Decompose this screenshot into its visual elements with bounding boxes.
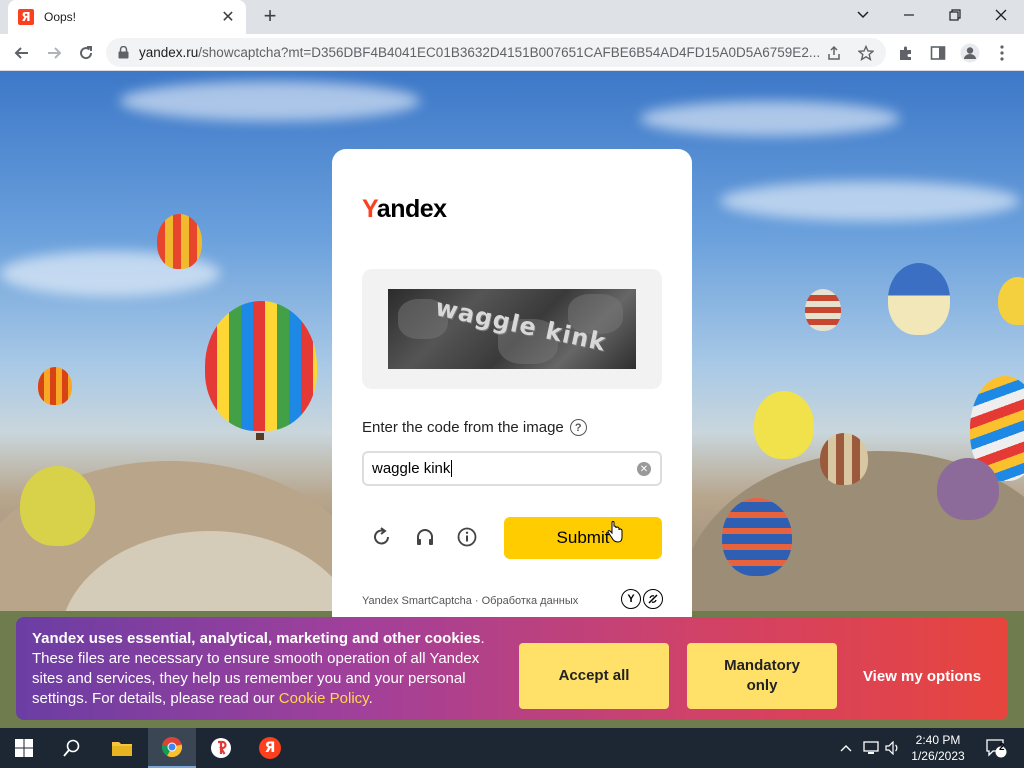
- logo-letter-y: Y: [362, 195, 377, 223]
- refresh-captcha-button[interactable]: [370, 525, 394, 549]
- yandex-browser-icon: [211, 738, 231, 758]
- forward-arrow-icon: [48, 47, 62, 59]
- smartcaptcha-footer[interactable]: Yandex SmartCaptcha · Обработка данных: [362, 595, 578, 607]
- captcha-image-frame: waggle kink: [362, 269, 662, 389]
- cookie-title-end: .: [480, 630, 485, 647]
- notification-count: 2: [999, 742, 1005, 753]
- yandex-circle-logo: Y: [621, 589, 641, 609]
- info-icon: [457, 527, 477, 547]
- folder-icon: [112, 742, 132, 756]
- windows-taskbar: Я 2:40 PM 1/26/2023 2: [0, 728, 1024, 768]
- url-path: /showcaptcha?mt=D356DBF4B4041EC01B3632D4…: [198, 45, 819, 60]
- cookie-title: Yandex uses essential, analytical, marke…: [32, 630, 481, 647]
- new-tab-button[interactable]: +: [258, 3, 282, 28]
- extensions-puzzle-icon[interactable]: [892, 39, 920, 67]
- side-panel-icon[interactable]: [924, 39, 952, 67]
- url-text: yandex.ru/showcaptcha?mt=D356DBF4B4041EC…: [139, 45, 819, 60]
- footer-logos: Y: [621, 589, 663, 609]
- captcha-answer-input[interactable]: waggle kink ✕: [362, 451, 662, 486]
- chrome-icon: [161, 737, 183, 758]
- clock-time: 2:40 PM: [915, 733, 961, 747]
- audio-captcha-button[interactable]: [413, 525, 437, 549]
- cookie-text: Yandex uses essential, analytical, marke…: [32, 629, 494, 709]
- mandatory-only-button[interactable]: Mandatory only: [687, 643, 837, 709]
- prompt-label: Enter the code from the image: [362, 419, 564, 436]
- headphones-icon: [417, 529, 433, 545]
- clear-input-icon[interactable]: ✕: [637, 462, 651, 476]
- cloud-decoration: [720, 181, 1020, 221]
- share-icon[interactable]: [820, 39, 848, 67]
- forward-button[interactable]: [40, 39, 68, 67]
- taskbar-search-button[interactable]: [48, 728, 96, 768]
- hot-air-balloon: [937, 458, 999, 520]
- start-button[interactable]: [0, 728, 48, 768]
- hot-air-balloon: [205, 301, 317, 431]
- lock-icon: [118, 46, 129, 59]
- help-icon[interactable]: ?: [569, 419, 587, 436]
- browser-menu-icon[interactable]: [988, 39, 1016, 67]
- tray-chevron-up-icon[interactable]: [836, 728, 856, 768]
- yandex-logo: Yandex: [362, 195, 447, 224]
- yandex-app-icon: Я: [259, 737, 281, 759]
- search-icon: [63, 739, 80, 757]
- hot-air-balloon: [38, 367, 72, 405]
- logo-rest: andex: [376, 195, 447, 223]
- cloud-decoration: [640, 101, 900, 136]
- captcha-prompt: Enter the code from the image ?: [362, 419, 587, 436]
- cookie-body: These files are necessary to ensure smoo…: [32, 650, 480, 707]
- cookie-consent-banner: Yandex uses essential, analytical, marke…: [16, 617, 1008, 720]
- hot-air-balloon: [888, 263, 950, 335]
- system-clock[interactable]: 2:40 PM 1/26/2023: [906, 732, 970, 764]
- back-button[interactable]: [8, 39, 36, 67]
- restore-button[interactable]: [932, 0, 978, 30]
- windows-logo-icon: [15, 739, 33, 757]
- reload-button[interactable]: [72, 39, 100, 67]
- smartcaptcha-circle-icon: [643, 589, 663, 609]
- yandex-browser-button[interactable]: [197, 728, 245, 768]
- hot-air-balloon: [805, 289, 841, 331]
- hot-air-balloon: [157, 214, 202, 269]
- input-value: waggle kink: [372, 460, 451, 477]
- hand-cursor-icon: [606, 521, 624, 548]
- back-arrow-icon: [14, 47, 28, 59]
- browser-toolbar: yandex.ru/showcaptcha?mt=D356DBF4B4041EC…: [0, 34, 1024, 71]
- captcha-image: waggle kink: [388, 289, 636, 369]
- profile-avatar-icon[interactable]: [956, 39, 984, 67]
- browser-tab[interactable]: Я Oops! ✕: [8, 0, 246, 34]
- close-window-button[interactable]: [978, 0, 1024, 30]
- balloon-basket: [256, 433, 264, 440]
- hot-air-balloon: [820, 433, 868, 485]
- cookie-policy-link[interactable]: Cookie Policy: [279, 690, 369, 707]
- submit-button[interactable]: Submit: [504, 517, 662, 559]
- cookie-end: .: [368, 690, 373, 707]
- hot-air-balloon: [754, 391, 814, 459]
- reload-icon: [80, 46, 93, 60]
- cloud-decoration: [120, 81, 420, 121]
- address-bar[interactable]: yandex.ru/showcaptcha?mt=D356DBF4B4041EC…: [106, 38, 886, 67]
- yandex-favicon-icon: Я: [18, 9, 34, 25]
- minimize-button[interactable]: [886, 0, 932, 30]
- hot-air-balloon: [998, 277, 1024, 325]
- network-icon[interactable]: [860, 728, 882, 768]
- tab-title: Oops!: [44, 10, 77, 24]
- browser-tab-strip: Я Oops! ✕ +: [0, 0, 1024, 34]
- captcha-card: Yandex waggle kink Enter the code from t…: [332, 149, 692, 629]
- volume-icon[interactable]: [882, 728, 904, 768]
- refresh-icon: [374, 527, 389, 545]
- tab-close-icon[interactable]: ✕: [220, 7, 236, 27]
- notifications-button[interactable]: 2: [976, 728, 1016, 768]
- file-explorer-button[interactable]: [98, 728, 146, 768]
- yandex-app-button[interactable]: Я: [246, 728, 294, 768]
- clock-date: 1/26/2023: [911, 749, 965, 763]
- bookmark-star-icon[interactable]: [852, 39, 880, 67]
- captcha-info-button[interactable]: [455, 525, 479, 549]
- accept-all-button[interactable]: Accept all: [519, 643, 669, 709]
- url-host: yandex.ru: [139, 45, 199, 60]
- hot-air-balloon: [722, 498, 792, 576]
- tab-search-chevron-icon[interactable]: [840, 0, 886, 30]
- chrome-taskbar-button[interactable]: [148, 728, 196, 768]
- hot-air-balloon: [20, 466, 95, 546]
- view-options-button[interactable]: View my options: [852, 643, 992, 709]
- text-caret: [451, 460, 453, 477]
